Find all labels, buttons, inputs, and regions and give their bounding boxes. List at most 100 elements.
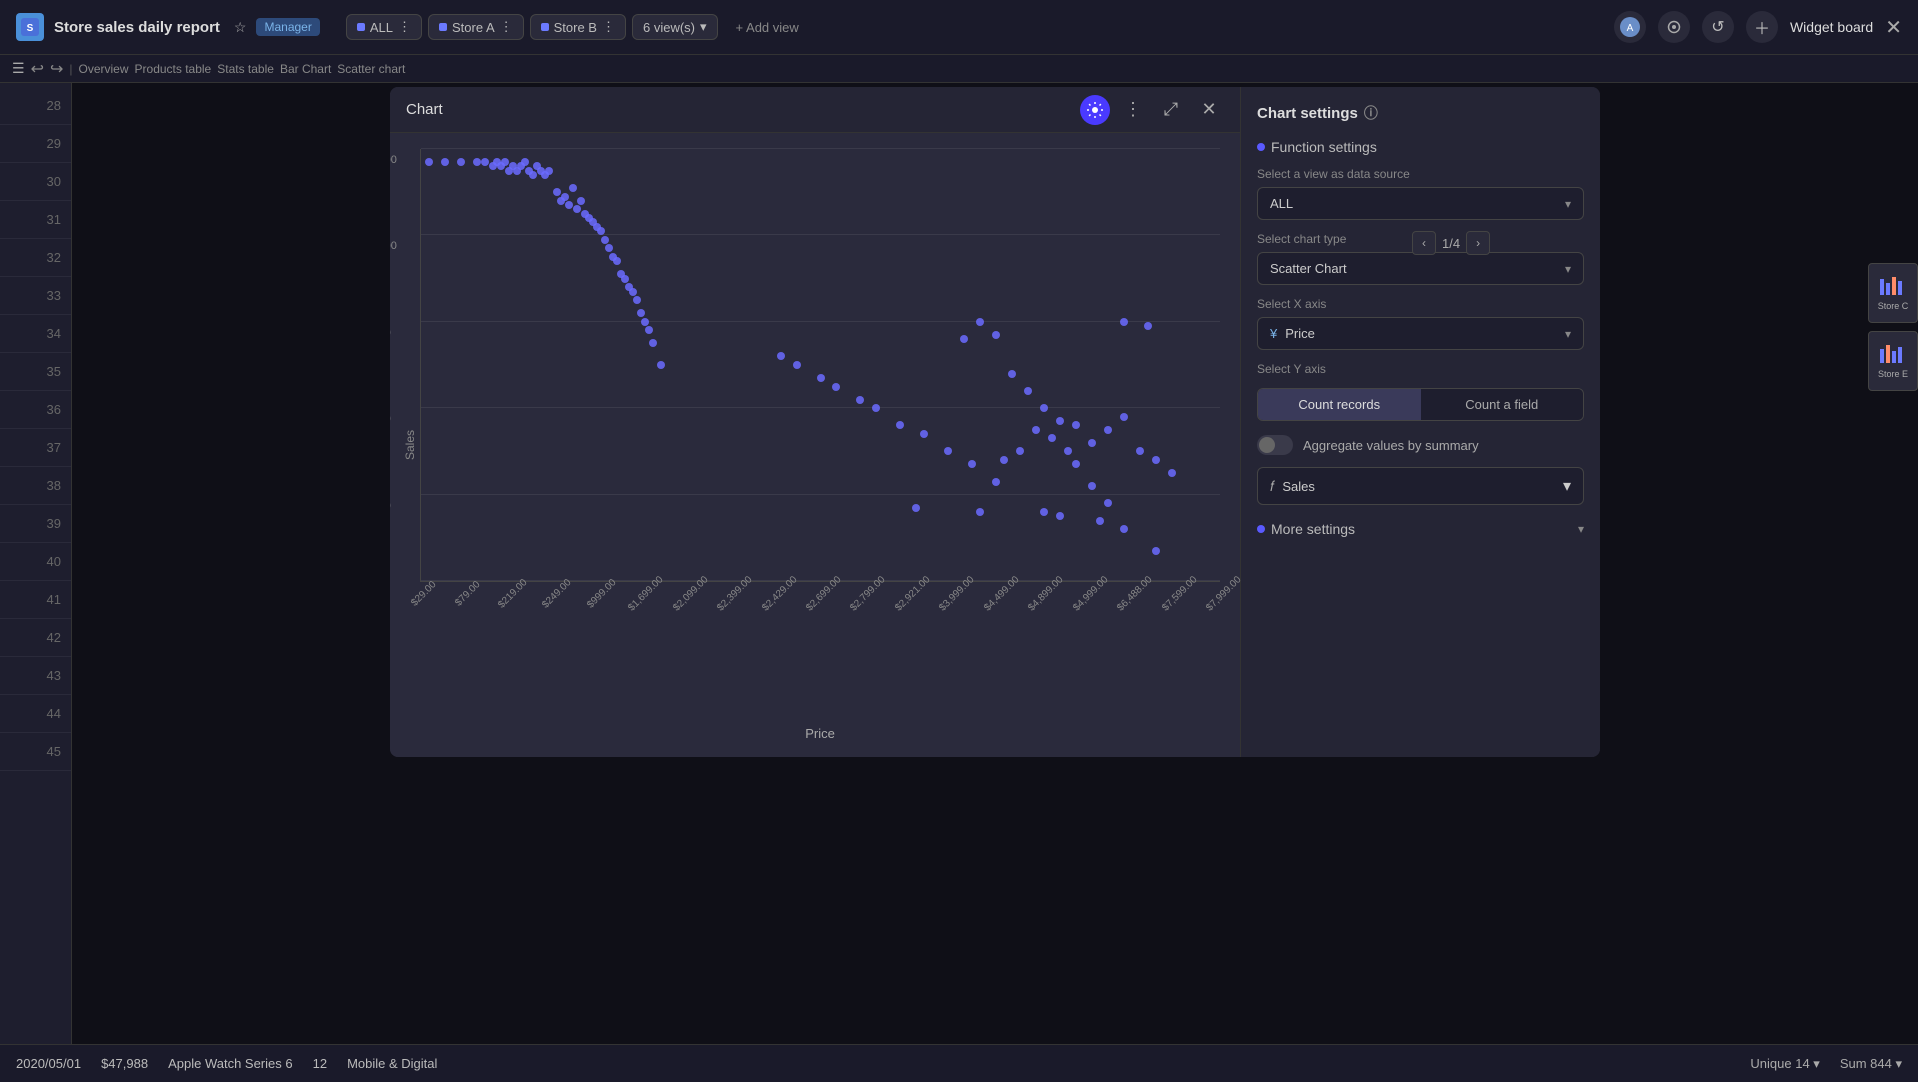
- store-thumbnails: Store C Store E: [1868, 263, 1918, 391]
- y-axis-settings-label: Select Y axis: [1257, 362, 1584, 376]
- next-page-button[interactable]: ›: [1466, 231, 1490, 255]
- status-amount: $47,988: [101, 1056, 148, 1071]
- page-nav: ‹ 1/4 ›: [1412, 231, 1490, 255]
- scatter-dot: [657, 361, 665, 369]
- scatter-dot: [920, 430, 928, 438]
- scatter-dot: [1056, 417, 1064, 425]
- scatter-dot: [1016, 447, 1024, 455]
- chart-settings-icon-button[interactable]: [1080, 95, 1110, 125]
- more-options-icon-button[interactable]: ⋮: [1118, 95, 1148, 125]
- nav-item-2[interactable]: Products table: [135, 62, 212, 76]
- scatter-dot: [605, 244, 613, 252]
- scatter-dot: [1104, 426, 1112, 434]
- status-count: 12: [313, 1056, 327, 1071]
- scatter-dot: [1152, 547, 1160, 555]
- row-39: 39: [0, 505, 71, 543]
- x-axis-dropdown[interactable]: ¥ Price ▾: [1257, 317, 1584, 350]
- status-category: Mobile & Digital: [347, 1056, 437, 1071]
- chart-type-dropdown[interactable]: Scatter Chart ▾: [1257, 252, 1584, 285]
- x-axis-label: $219.00: [496, 577, 529, 610]
- expand-icon-button[interactable]: ⤢: [1156, 95, 1186, 125]
- add-icon-button[interactable]: ＋: [1746, 11, 1778, 43]
- more-settings-dot: [1257, 525, 1265, 533]
- view-tab-store-a[interactable]: Store A ⋮: [428, 14, 524, 40]
- section-dot: [1257, 143, 1265, 151]
- scatter-dot: [1000, 456, 1008, 464]
- scatter-dot: [473, 158, 481, 166]
- page-title: Store sales daily report: [54, 19, 220, 36]
- count-field-tab[interactable]: Count a field: [1421, 389, 1584, 420]
- scatter-dot: [976, 318, 984, 326]
- nav-item-3[interactable]: Stats table: [217, 62, 274, 76]
- redo-button[interactable]: ↪: [50, 59, 63, 79]
- more-settings-row[interactable]: More settings ▾: [1257, 521, 1584, 537]
- y-label-90000: $ 90000: [390, 327, 391, 339]
- scatter-chart-wrapper: Sales $ 150000 $ 120000: [400, 149, 1220, 741]
- store-c-thumb[interactable]: Store C: [1868, 263, 1918, 323]
- function-settings-header: Function settings: [1257, 139, 1584, 155]
- modal-close-button[interactable]: ✕: [1194, 95, 1224, 125]
- scatter-dot: [457, 158, 465, 166]
- store-e-thumb[interactable]: Store E: [1868, 331, 1918, 391]
- scatter-dot: [896, 421, 904, 429]
- settings-title: Chart settings ⓘ: [1257, 103, 1584, 123]
- unique-button[interactable]: Unique 14 ▾: [1750, 1056, 1819, 1072]
- nav-item-5[interactable]: Scatter chart: [337, 62, 405, 76]
- row-28: 28: [0, 87, 71, 125]
- scatter-dot: [1168, 469, 1176, 477]
- x-axis-title: Price: [420, 726, 1220, 741]
- widget-board-button[interactable]: Widget board: [1790, 19, 1873, 35]
- data-source-dropdown[interactable]: ALL ▾: [1257, 187, 1584, 220]
- settings-icon-button[interactable]: [1658, 11, 1690, 43]
- user-avatar-button[interactable]: A: [1614, 11, 1646, 43]
- view-tab-store-b[interactable]: Store B ⋮: [530, 14, 626, 40]
- scatter-dot: [992, 478, 1000, 486]
- formula-row[interactable]: 𝑓 Sales ▾: [1257, 467, 1584, 505]
- scatter-dot: [832, 383, 840, 391]
- scatter-dot: [968, 460, 976, 468]
- breadcrumb-sep: |: [69, 62, 72, 76]
- scatter-dot: [1104, 499, 1112, 507]
- chevron-down-icon-4: ▾: [1563, 476, 1571, 496]
- scatter-dot: [621, 275, 629, 283]
- scatter-dot: [613, 257, 621, 265]
- nav-item-4[interactable]: Bar Chart: [280, 62, 331, 76]
- scatter-dot: [553, 188, 561, 196]
- aggregate-toggle[interactable]: [1257, 435, 1293, 455]
- view-count-tab[interactable]: 6 view(s) ▾: [632, 14, 718, 40]
- scatter-dot: [645, 326, 653, 334]
- modal-title: Chart: [406, 101, 443, 118]
- scatter-dot: [425, 158, 433, 166]
- svg-text:A: A: [1627, 23, 1634, 34]
- table-area: Chart ⋮ ⤢ ✕ Sales: [72, 83, 1918, 1044]
- row-33: 33: [0, 277, 71, 315]
- chevron-down-icon-3: ▾: [1565, 327, 1571, 341]
- toggle-knob: [1259, 437, 1275, 453]
- gridline-top: $ 150000: [421, 148, 1220, 149]
- chart-section: Chart ⋮ ⤢ ✕ Sales: [390, 87, 1240, 757]
- prev-page-button[interactable]: ‹: [1412, 231, 1436, 255]
- topbar-close-button[interactable]: ✕: [1885, 15, 1902, 40]
- view-tab-all[interactable]: ALL ⋮: [346, 14, 422, 40]
- nav-item-1[interactable]: Overview: [79, 62, 129, 76]
- row-31: 31: [0, 201, 71, 239]
- undo-button[interactable]: ↩: [31, 59, 44, 79]
- add-view-button[interactable]: + Add view: [728, 16, 807, 39]
- scatter-dot: [1056, 512, 1064, 520]
- sum-button[interactable]: Sum 844 ▾: [1840, 1056, 1902, 1072]
- y-axis-label: Sales: [400, 149, 420, 741]
- chevron-down-icon: ▾: [1565, 197, 1571, 211]
- info-icon[interactable]: ⓘ: [1364, 103, 1378, 123]
- menu-icon-button[interactable]: ☰: [12, 60, 25, 77]
- refresh-icon-button[interactable]: ↺: [1702, 11, 1734, 43]
- scatter-dot: [872, 404, 880, 412]
- y-label-120000: $ 120000: [390, 240, 397, 252]
- scatter-dot: [856, 396, 864, 404]
- aggregate-toggle-row: Aggregate values by summary: [1257, 435, 1584, 455]
- row-44: 44: [0, 695, 71, 733]
- star-icon[interactable]: ☆: [234, 19, 247, 36]
- count-records-tab[interactable]: Count records: [1258, 389, 1421, 420]
- row-numbers: 28 29 30 31 32 33 34 35 36 37 38 39 40 4…: [0, 83, 72, 1044]
- scatter-dot: [1064, 447, 1072, 455]
- data-source-label: Select a view as data source: [1257, 167, 1584, 181]
